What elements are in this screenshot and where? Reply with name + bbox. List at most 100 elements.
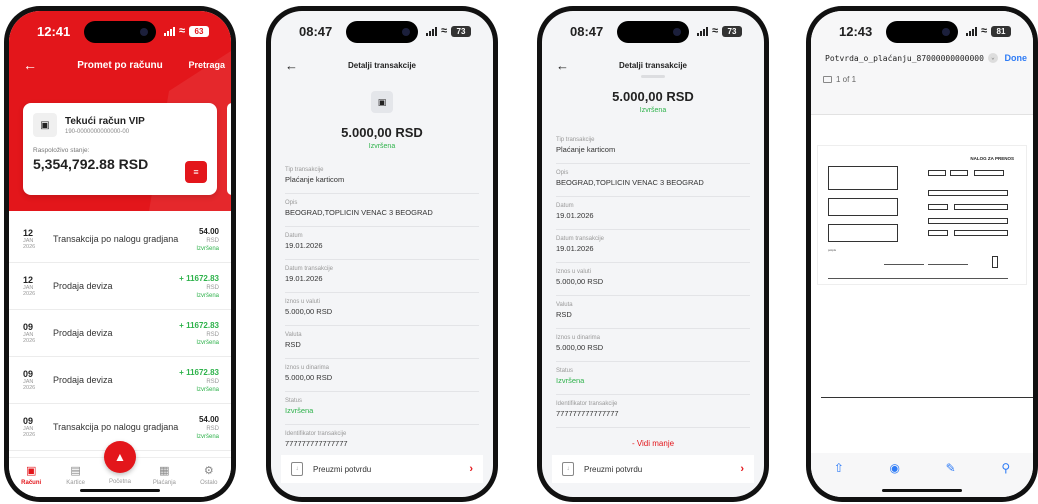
home-button[interactable]: ▲ bbox=[104, 441, 136, 473]
battery-icon: 73 bbox=[451, 25, 471, 37]
detail-fields: Tip transakcije Plaćanje karticom Opis BEO… bbox=[285, 161, 479, 458]
field-type: Tip transakcije Plaćanje karticom bbox=[556, 131, 750, 164]
signal-icon bbox=[163, 26, 175, 36]
list-item[interactable]: 09 JAN 2026 Prodaja deviza + 11672.83 RSD Iz… bbox=[9, 310, 231, 357]
scroll-indicator bbox=[641, 75, 665, 78]
wifi-icon: ≈ bbox=[711, 25, 718, 37]
page-title: Detalji transakcije bbox=[618, 60, 688, 70]
next-account-card[interactable] bbox=[227, 103, 231, 195]
document-icon: ↓ bbox=[291, 462, 303, 476]
field-amount-dinars: Iznos u dinarima 5.000,00 RSD bbox=[285, 359, 479, 392]
list-item[interactable]: 12 JAN 2026 Prodaja deviza + 11672.83 RSD Iz… bbox=[9, 263, 231, 310]
field-transaction-date: Datum transakcije 19.01.2026 bbox=[556, 230, 750, 263]
list-item[interactable]: 12 JAN 2026 Transakcija po nalogu gradjana… bbox=[9, 216, 231, 263]
balance-value: 5,354,792.88 RSD bbox=[33, 156, 149, 172]
tab-cards[interactable]: ▤ Kartice bbox=[58, 464, 94, 486]
share-icon[interactable]: ⇧ bbox=[834, 461, 844, 497]
tab-payments[interactable]: ▦ Plaćanja bbox=[146, 464, 182, 486]
phone-transaction-details: 08:47 ≈ 73 ← Detalji transakcije ▣ 5.000… bbox=[266, 6, 498, 502]
field-date: Datum 19.01.2026 bbox=[285, 227, 479, 260]
chevron-right-icon: › bbox=[469, 463, 473, 475]
download-receipt-button[interactable]: ↓ Preuzmi potvrdu › bbox=[552, 455, 754, 483]
signal-icon bbox=[425, 26, 437, 36]
field-status: Status Izvršena bbox=[285, 392, 479, 425]
screen: 08:47 ≈ 73 ← Detalji transakcije ▣ 5.000… bbox=[271, 11, 493, 497]
balance-label: Raspoloživo stanje: bbox=[33, 147, 90, 154]
wifi-icon: ≈ bbox=[178, 25, 185, 37]
transaction-amount: 5.000,00 RSD bbox=[341, 125, 423, 140]
thumbnails-icon bbox=[823, 76, 832, 83]
tx-title: Prodaja deviza bbox=[53, 327, 113, 338]
payments-icon: ▦ bbox=[159, 465, 170, 477]
dynamic-island bbox=[617, 21, 689, 43]
field-date: Datum 19.01.2026 bbox=[556, 197, 750, 230]
screen: 12:43 ≈ 81 Potvrda_o_plaćanju_8700000000… bbox=[811, 11, 1033, 497]
signal-icon bbox=[696, 26, 708, 36]
file-name[interactable]: Potvrda_o_plaćanju_87000000000000 bbox=[825, 54, 984, 63]
form-title: NALOG ZA PRENOS bbox=[970, 156, 1014, 161]
account-card[interactable]: ▣ Tekući račun VIP 190-0000000000000-00 … bbox=[23, 103, 217, 195]
wifi-icon: ≈ bbox=[980, 25, 987, 37]
back-arrow-icon[interactable]: ← bbox=[285, 58, 298, 73]
signal-icon bbox=[965, 26, 977, 36]
screen: 08:47 ≈ 73 ← Detalji transakcije 5.000,0… bbox=[542, 11, 764, 497]
nav-bar: ← Detalji transakcije bbox=[542, 55, 764, 75]
divider bbox=[821, 397, 1033, 398]
tx-status: Izvršena bbox=[196, 292, 219, 299]
see-less-link[interactable]: - Vidi manje bbox=[542, 439, 764, 448]
back-arrow-icon[interactable]: ← bbox=[23, 57, 37, 73]
status-time: 12:43 bbox=[839, 23, 873, 39]
tab-accounts[interactable]: ▣ Računi bbox=[13, 464, 49, 486]
detail-fields: Tip transakcije Plaćanje karticom Opis BEO… bbox=[556, 131, 750, 428]
screen: 12:41 ≈ 63 ← Promet po računu Pretraga ▣… bbox=[9, 11, 231, 497]
nav-bar: ← Detalji transakcije bbox=[271, 55, 493, 75]
field-amount-currency: Iznos u valuti 5.000,00 RSD bbox=[285, 293, 479, 326]
list-item[interactable]: 09 JAN 2026 Prodaja deviza + 11672.83 RSD Iz… bbox=[9, 357, 231, 404]
field-amount-dinars: Iznos u dinarima 5.000,00 RSD bbox=[556, 329, 750, 362]
phone-account-activity: 12:41 ≈ 63 ← Promet po računu Pretraga ▣… bbox=[4, 6, 236, 502]
field-type: Tip transakcije Plaćanje karticom bbox=[285, 161, 479, 194]
home-indicator bbox=[80, 489, 160, 492]
page-counter[interactable]: 1 of 1 bbox=[823, 75, 856, 84]
home-icon: ▲ bbox=[114, 450, 126, 464]
tx-amount: + 11672.83 bbox=[179, 320, 219, 330]
account-details-button[interactable]: ≡ bbox=[185, 161, 207, 183]
field-identifier: Identifikator transakcije 777777777777777 bbox=[556, 395, 750, 428]
battery-icon: 63 bbox=[189, 25, 209, 37]
field-identifier: Identifikator transakcije 777777777777777 bbox=[285, 425, 479, 458]
tx-amount: 54.00 bbox=[198, 226, 219, 236]
page-title: Detalji transakcije bbox=[347, 60, 417, 70]
tx-amount: 54.00 bbox=[198, 414, 219, 424]
tx-status: Izvršena bbox=[196, 386, 219, 393]
tx-title: Transakcija po nalogu gradjana bbox=[53, 233, 179, 244]
field-transaction-date: Datum transakcije 19.01.2026 bbox=[285, 260, 479, 293]
account-name: Tekući račun VIP bbox=[65, 115, 145, 127]
back-arrow-icon[interactable]: ← bbox=[556, 58, 569, 73]
transaction-status: Izvršena bbox=[639, 107, 667, 114]
field-description: Opis BEOGRAD,TOPLICIN VENAC 3 BEOGRAD bbox=[556, 164, 750, 197]
tx-status: Izvršena bbox=[196, 245, 219, 252]
tx-amount: + 11672.83 bbox=[179, 367, 219, 377]
transaction-amount: 5.000,00 RSD bbox=[612, 89, 694, 104]
battery-icon: 73 bbox=[722, 25, 742, 37]
search-icon[interactable]: ⚲ bbox=[1001, 461, 1010, 497]
tx-title: Transakcija po nalogu gradjana bbox=[53, 421, 179, 432]
account-icon: ▣ bbox=[33, 113, 57, 137]
pdf-viewer[interactable]: NALOG ZA PRENOS potpis bbox=[811, 115, 1033, 453]
field-description: Opis BEOGRAD,TOPLICIN VENAC 3 BEOGRAD bbox=[285, 194, 479, 227]
card-payment-icon: ▣ bbox=[371, 91, 393, 113]
card-icon: ▤ bbox=[70, 465, 81, 477]
dynamic-island bbox=[346, 21, 418, 43]
page-title: Promet po računu bbox=[77, 59, 163, 71]
chevron-down-icon[interactable]: ⌄ bbox=[987, 53, 998, 63]
done-button[interactable]: Done bbox=[1005, 53, 1028, 63]
download-receipt-button[interactable]: ↓ Preuzmi potvrdu › bbox=[281, 455, 483, 483]
wifi-icon: ≈ bbox=[440, 25, 447, 37]
search-button[interactable]: Pretraga bbox=[188, 60, 225, 70]
tab-other[interactable]: ⚙ Ostalo bbox=[191, 464, 227, 486]
document-icon: ↓ bbox=[562, 462, 574, 476]
field-currency: Valuta RSD bbox=[285, 326, 479, 359]
chevron-right-icon: › bbox=[740, 463, 744, 475]
field-amount-currency: Iznos u valuti 5.000,00 RSD bbox=[556, 263, 750, 296]
status-time: 08:47 bbox=[570, 23, 604, 39]
